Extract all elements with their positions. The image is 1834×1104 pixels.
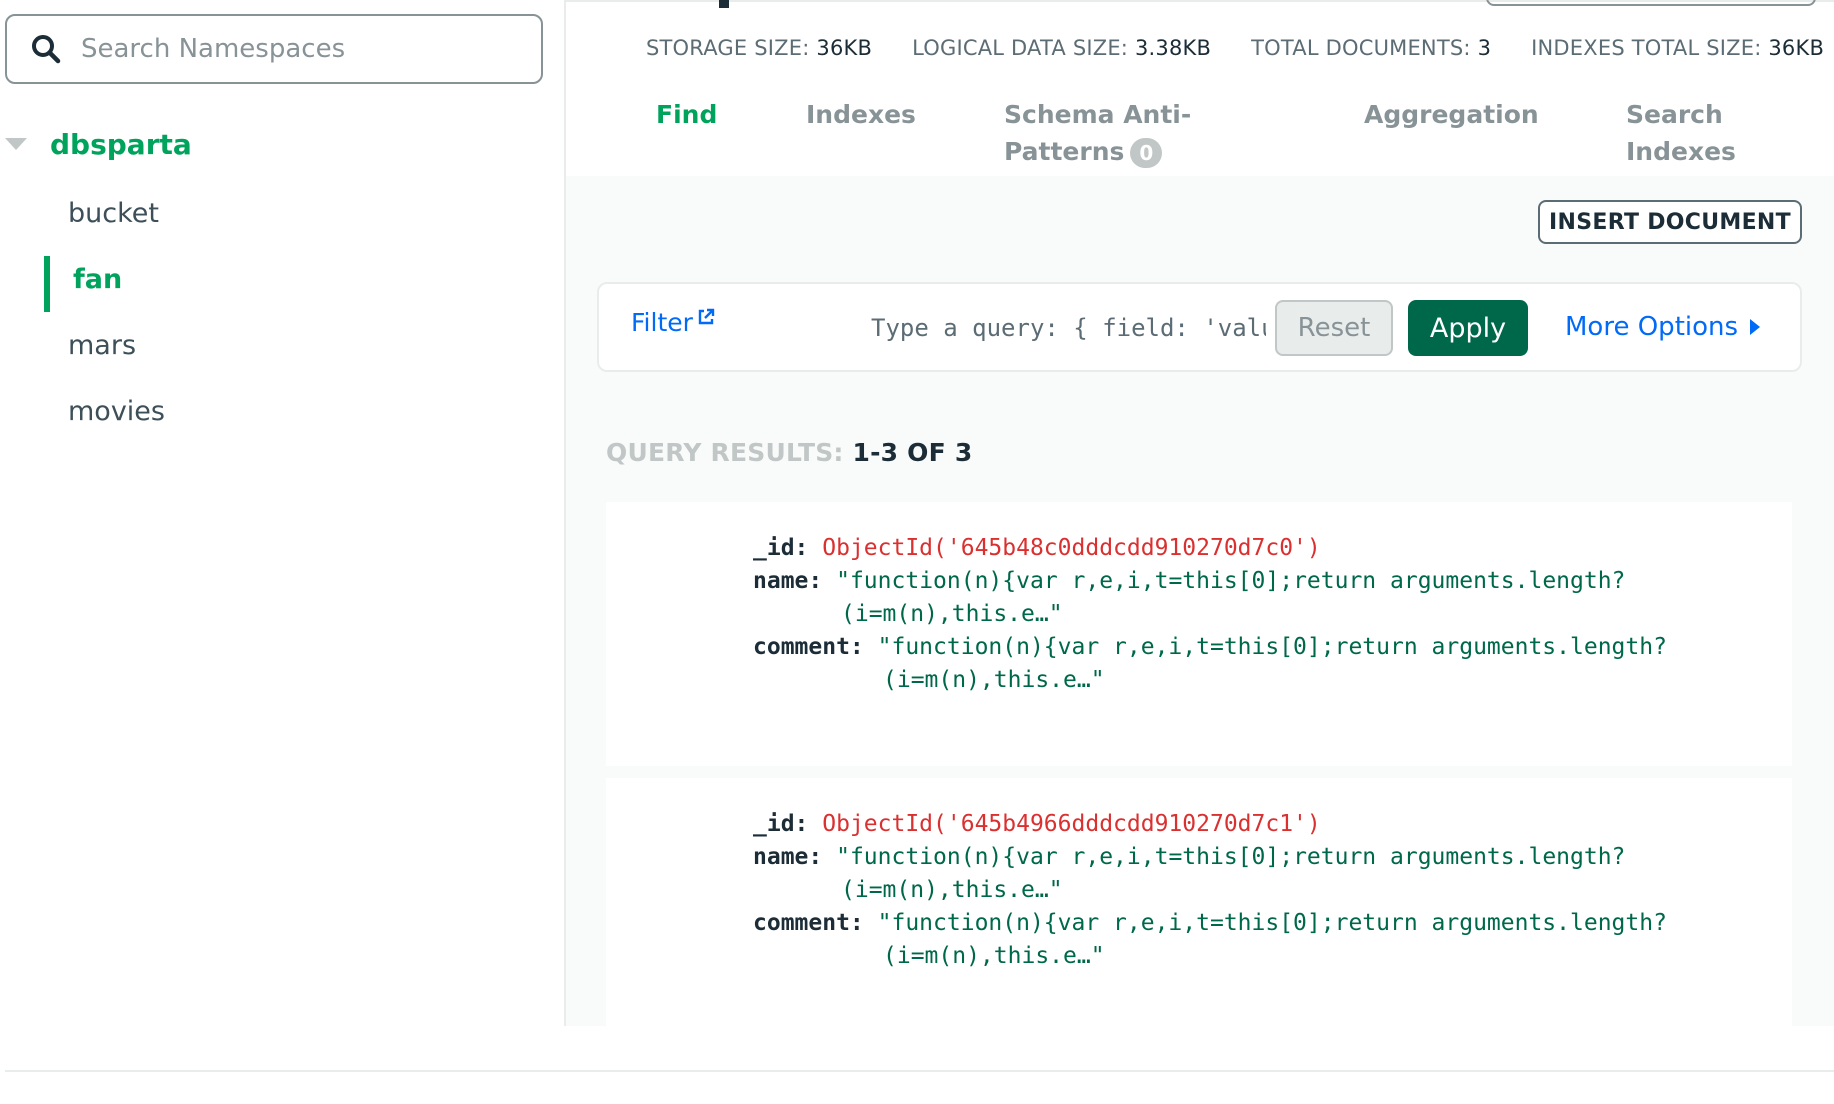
field-name-continued: (i=m(n),this.e…" xyxy=(841,877,1063,903)
field-comment: comment: "function(n){var r,e,i,t=this[0… xyxy=(753,910,1667,936)
tab-schema-label-line1: Schema Anti- xyxy=(1004,100,1192,129)
more-options-label: More Options xyxy=(1565,312,1739,342)
schema-count-badge: 0 xyxy=(1130,138,1163,168)
main-panel: STORAGE SIZE: 36KB LOGICAL DATA SIZE: 3.… xyxy=(566,0,1834,1026)
caret-down-icon[interactable] xyxy=(5,138,27,150)
collection-item-mars[interactable]: mars xyxy=(68,330,136,361)
stat-total-documents: TOTAL DOCUMENTS: 3 xyxy=(1251,36,1492,60)
tab-indexes[interactable]: Indexes xyxy=(806,96,916,133)
document-card[interactable]: _id: ObjectId('645b4966dddcdd910270d7c1'… xyxy=(606,778,1792,1026)
triangle-right-icon xyxy=(1750,319,1761,335)
header-button-fragment[interactable] xyxy=(1486,0,1816,6)
field-id: _id: ObjectId('645b4966dddcdd910270d7c1'… xyxy=(753,811,1321,837)
collection-stats: STORAGE SIZE: 36KB LOGICAL DATA SIZE: 3.… xyxy=(646,36,1834,60)
tab-aggregation[interactable]: Aggregation xyxy=(1364,96,1539,133)
collection-item-bucket[interactable]: bucket xyxy=(68,198,159,229)
query-input[interactable] xyxy=(869,308,1268,348)
field-name-continued: (i=m(n),this.e…" xyxy=(841,601,1063,627)
document-card[interactable]: _id: ObjectId('645b48c0dddcdd910270d7c0'… xyxy=(606,502,1792,766)
database-row[interactable]: dbsparta xyxy=(0,122,192,166)
field-comment-continued: (i=m(n),this.e…" xyxy=(883,667,1105,693)
search-icon xyxy=(31,34,61,64)
namespace-search-input[interactable] xyxy=(79,33,523,65)
tab-find[interactable]: Find xyxy=(656,96,717,133)
stat-storage-size: STORAGE SIZE: 36KB xyxy=(646,36,873,60)
reset-button[interactable]: Reset xyxy=(1275,300,1393,356)
field-name: name: "function(n){var r,e,i,t=this[0];r… xyxy=(753,844,1626,870)
active-collection-indicator xyxy=(44,256,50,312)
collection-item-movies[interactable]: movies xyxy=(68,396,165,427)
tab-search-label-line1: Search xyxy=(1626,100,1723,129)
filter-link[interactable]: Filter xyxy=(631,308,693,337)
stat-logical-data-size: LOGICAL DATA SIZE: 3.38KB xyxy=(912,36,1212,60)
field-comment-continued: (i=m(n),this.e…" xyxy=(883,943,1105,969)
objectid-value: ObjectId('645b48c0dddcdd910270d7c0') xyxy=(822,535,1321,561)
field-name: name: "function(n){var r,e,i,t=this[0];r… xyxy=(753,568,1626,594)
sidebar: dbsparta bucket fan mars movies xyxy=(0,0,566,1026)
external-link-icon[interactable] xyxy=(697,308,715,326)
tab-search-indexes[interactable]: Search Indexes xyxy=(1626,96,1736,170)
database-name[interactable]: dbsparta xyxy=(50,128,192,161)
field-id: _id: ObjectId('645b48c0dddcdd910270d7c0'… xyxy=(753,535,1321,561)
tab-search-label-line2: Indexes xyxy=(1626,137,1736,166)
query-bar: Filter Reset Apply More Options xyxy=(597,282,1802,372)
document-fields: _id: ObjectId('645b48c0dddcdd910270d7c0'… xyxy=(753,532,1667,697)
collection-title-fragment xyxy=(719,0,729,8)
query-results-count: 1-3 OF 3 xyxy=(852,438,973,467)
stat-indexes-size: INDEXES TOTAL SIZE: 36KB xyxy=(1531,36,1825,60)
footer-divider xyxy=(5,1070,1834,1072)
field-comment: comment: "function(n){var r,e,i,t=this[0… xyxy=(753,634,1667,660)
document-fields: _id: ObjectId('645b4966dddcdd910270d7c1'… xyxy=(753,808,1667,973)
apply-button[interactable]: Apply xyxy=(1408,300,1528,356)
more-options-link[interactable]: More Options xyxy=(1565,312,1761,342)
documents-view: INSERT DOCUMENT Filter Reset Apply More … xyxy=(566,176,1834,1026)
namespace-search-box[interactable] xyxy=(5,14,543,84)
objectid-value: ObjectId('645b4966dddcdd910270d7c1') xyxy=(822,811,1321,837)
insert-document-button[interactable]: INSERT DOCUMENT xyxy=(1538,200,1802,244)
query-results-summary: QUERY RESULTS: 1-3 OF 3 xyxy=(606,438,973,467)
tab-schema-label-line2: Patterns 0 xyxy=(1004,133,1191,170)
tab-schema-anti-patterns[interactable]: Schema Anti- Patterns 0 xyxy=(1004,96,1191,170)
collection-item-fan[interactable]: fan xyxy=(73,264,122,295)
